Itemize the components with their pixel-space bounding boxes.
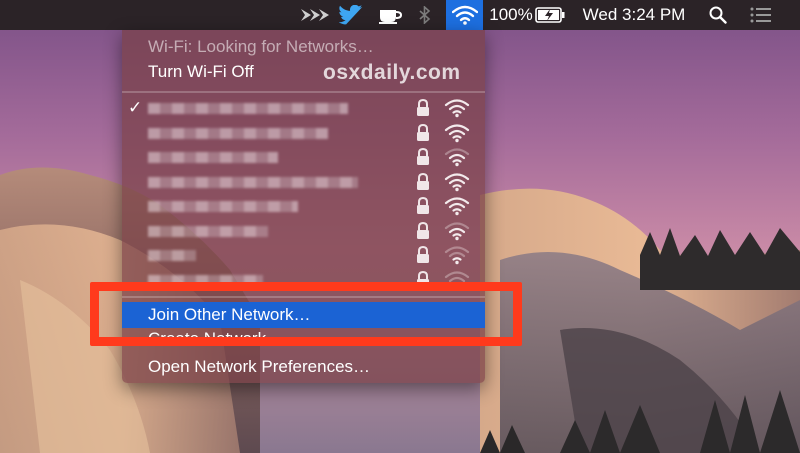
menu-separator	[122, 91, 485, 93]
wifi-menu-button[interactable]	[446, 0, 483, 30]
lock-icon	[417, 172, 429, 190]
network-row[interactable]	[122, 170, 485, 194]
open-network-preferences-item[interactable]: Open Network Preferences…	[122, 354, 485, 380]
battery-charging-icon[interactable]	[533, 0, 567, 30]
checkmark-icon: ✓	[128, 98, 143, 117]
watermark: osxdaily.com	[323, 61, 461, 84]
network-name-redacted	[148, 103, 348, 114]
wifi-icon	[451, 5, 478, 25]
network-row[interactable]	[122, 145, 485, 169]
wifi-signal-icon	[444, 148, 470, 167]
network-row[interactable]	[122, 121, 485, 145]
arrows-icon[interactable]	[298, 0, 332, 30]
lock-icon	[417, 148, 429, 165]
network-row[interactable]	[122, 219, 485, 243]
menu-bar: 100% Wed 3:24 PM	[0, 0, 800, 30]
wifi-signal-icon	[444, 172, 470, 191]
turn-wifi-off-item[interactable]: Turn Wi-Fi Off	[148, 62, 254, 82]
wifi-signal-icon	[444, 197, 470, 216]
network-name-redacted	[148, 152, 278, 163]
network-name-redacted	[148, 225, 268, 237]
notification-center-icon[interactable]	[744, 0, 778, 30]
menu-bar-clock[interactable]: Wed 3:24 PM	[578, 0, 690, 30]
lock-icon	[417, 123, 429, 141]
wifi-signal-icon	[444, 123, 470, 142]
lock-icon	[417, 197, 429, 214]
network-row[interactable]	[122, 243, 485, 267]
network-name-redacted	[148, 201, 298, 212]
lock-icon	[417, 221, 429, 239]
network-name-redacted	[148, 127, 328, 139]
wifi-signal-icon	[444, 99, 470, 118]
lock-icon	[417, 246, 429, 263]
annotation-highlight-box	[90, 282, 522, 346]
lock-icon	[417, 99, 429, 116]
wifi-status-text: Wi-Fi: Looking for Networks…	[148, 37, 374, 56]
network-name-redacted	[148, 176, 358, 188]
network-row[interactable]: ✓	[122, 96, 485, 120]
twitter-icon[interactable]	[337, 0, 365, 30]
spotlight-search-icon[interactable]	[704, 0, 732, 30]
open-network-preferences-label: Open Network Preferences…	[148, 357, 371, 376]
wifi-signal-icon	[444, 246, 470, 265]
bluetooth-icon[interactable]	[414, 0, 436, 30]
wifi-signal-icon	[444, 221, 470, 240]
network-name-redacted	[148, 250, 196, 261]
network-row[interactable]	[122, 194, 485, 218]
battery-percent[interactable]: 100%	[489, 0, 532, 30]
coffee-cup-icon[interactable]	[376, 0, 404, 30]
